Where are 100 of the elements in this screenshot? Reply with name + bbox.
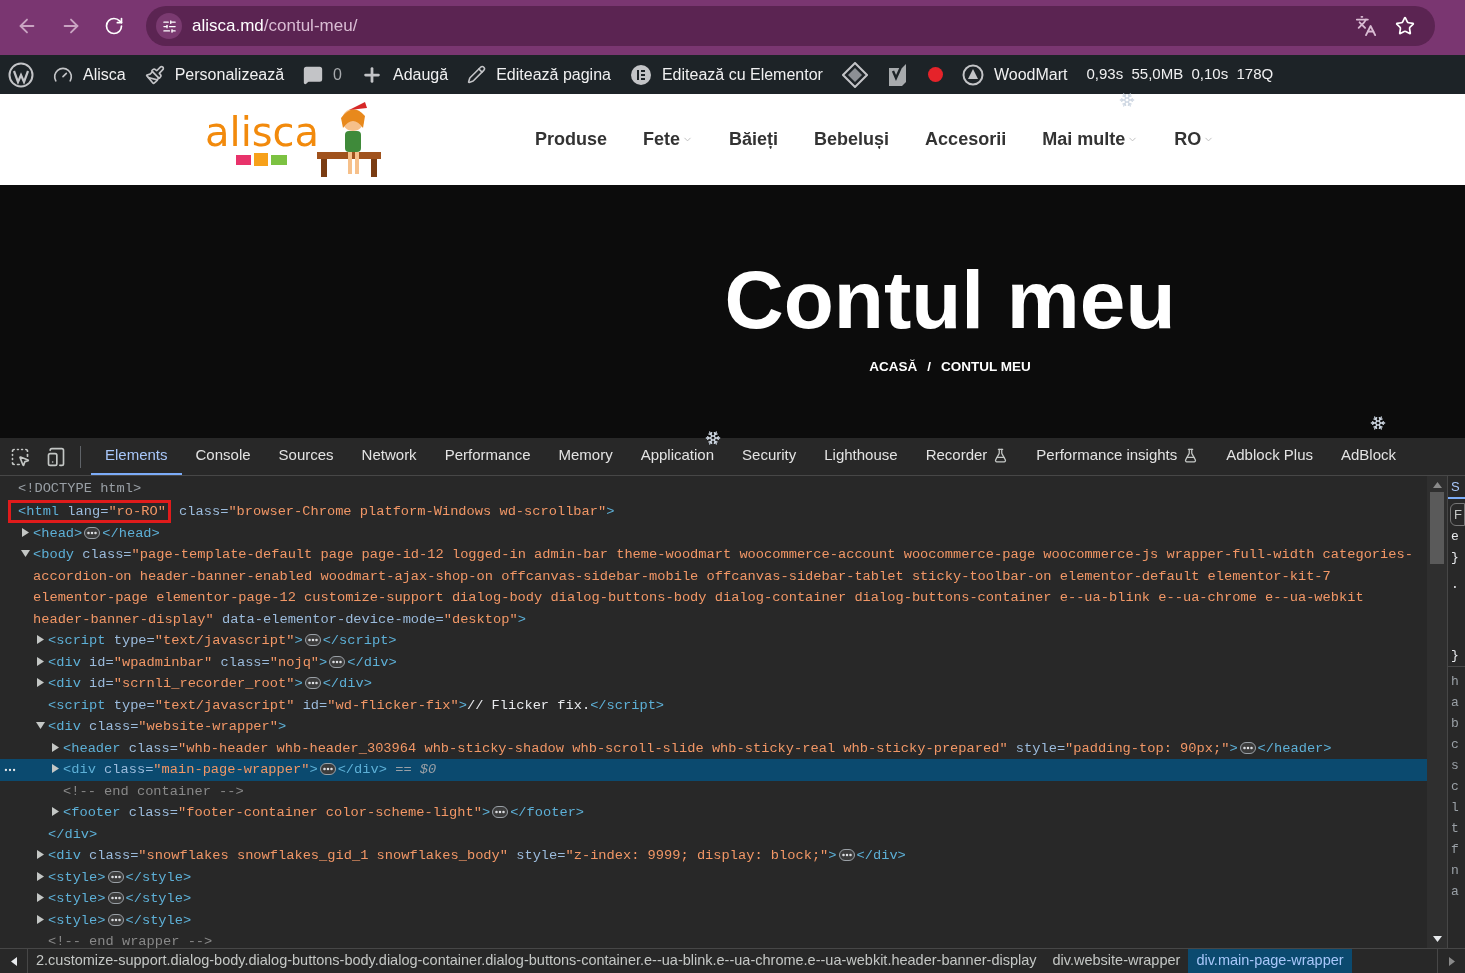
dom-node-row[interactable]: <script type="text/javascript" id="wd-flicker-fix">// Flicker fix.</script> [0, 694, 1427, 716]
nav-link[interactable]: Fete [643, 126, 694, 153]
dom-node-row[interactable]: <style> </style> [0, 909, 1427, 931]
scroll-down-icon[interactable] [1432, 936, 1442, 942]
selected-dom-node-row[interactable]: <div class="main-page-wrapper"> </div> == $0 [0, 759, 1427, 781]
translate-icon[interactable] [1355, 15, 1377, 37]
expanded-arrow-icon[interactable] [21, 549, 30, 558]
dom-node-markup: <div class="website-wrapper"> [48, 719, 287, 734]
ellipsis-badge[interactable] [107, 870, 124, 883]
nav-link[interactable]: RO [1174, 126, 1215, 153]
dom-node-row[interactable]: <style> </style> [0, 866, 1427, 888]
ellipsis-badge[interactable] [304, 634, 321, 647]
collapsed-arrow-icon[interactable] [36, 850, 45, 859]
admin-bar-link[interactable]: 0 [333, 62, 342, 87]
nav-link[interactable]: Bebeluși [814, 126, 890, 153]
admin-bar-link[interactable]: WoodMart [993, 62, 1068, 87]
dom-breadcrumb[interactable]: 2.customize-support.dialog-body.dialog-buttons-body.dialog-container.dialog-buttons-container.e--ua-blink.e--ua-chrome.e--ua-webkit.header-banner-display [28, 949, 1045, 973]
devtools-tab[interactable]: Elements [91, 438, 182, 475]
admin-bar-link[interactable]: Adaugă [393, 62, 449, 87]
dom-node-row[interactable]: <script type="text/javascript"> </script> [0, 630, 1427, 652]
diamond-icon[interactable] [841, 61, 868, 88]
expanded-arrow-icon[interactable] [36, 721, 45, 730]
nav-link[interactable]: Băieți [729, 126, 779, 153]
devtools-tab[interactable]: Recorder [911, 438, 1023, 475]
dom-breadcrumb[interactable]: div.main-page-wrapper [1188, 949, 1352, 973]
dom-node-markup: <head> </head> [33, 525, 160, 541]
ellipsis-badge[interactable] [84, 526, 101, 539]
dom-node-row[interactable]: <header class="whb-header whb-header_303964 whb-sticky-shadow whb-scroll-slide whb-sticky-real whb-sticky-prepared" style="padding-top: 90px;"> </header> [0, 737, 1427, 759]
collapsed-arrow-icon[interactable] [36, 914, 45, 924]
dom-node-row[interactable]: <footer class="footer-container color-scheme-light"> </footer> [0, 802, 1427, 824]
address-bar[interactable]: alisca.md/contul-meu/ [146, 6, 1435, 46]
inspect-icon[interactable] [10, 446, 30, 467]
dom-node-row[interactable]: <head> </head> [0, 522, 1427, 544]
style-rule-text: l [1450, 799, 1460, 817]
ellipsis-badge[interactable] [1239, 741, 1256, 754]
collapsed-arrow-icon[interactable] [36, 871, 45, 881]
scrollbar-thumb[interactable] [1430, 492, 1444, 564]
ellipsis-badge[interactable] [492, 806, 509, 819]
comment-icon [303, 64, 324, 85]
style-rule-text: c [1450, 778, 1460, 796]
ellipsis-badge[interactable] [319, 763, 336, 776]
nav-link[interactable]: Mai multe [1042, 126, 1139, 153]
devtools-tab[interactable]: AdBlock [1327, 438, 1410, 475]
styles-tab[interactable]: S [1448, 476, 1465, 499]
collapsed-arrow-icon[interactable] [36, 635, 45, 644]
dom-node-row[interactable]: <style> </style> [0, 888, 1427, 910]
collapsed-arrow-icon[interactable] [51, 742, 60, 752]
devtools-tab[interactable]: Performance [430, 438, 545, 475]
devtools-tab[interactable]: Lighthouse [810, 438, 912, 475]
admin-bar-link[interactable]: Alisca [83, 62, 126, 87]
ellipsis-badge[interactable] [329, 655, 346, 668]
reload-icon[interactable] [104, 16, 124, 36]
yoast-logo-icon[interactable] [886, 62, 909, 87]
breadcrumb-link[interactable]: CONTUL MEU [941, 357, 1031, 378]
dom-node-row[interactable]: </div> [0, 823, 1427, 845]
dom-node-row[interactable]: <html lang="ro-RO" class="browser-Chrome platform-Windows wd-scrollbar"> [0, 499, 1427, 523]
dom-node-row[interactable]: <!-- end container --> [0, 780, 1427, 802]
dom-node-row[interactable]: <!-- end wrapper --> [0, 931, 1427, 948]
devtools-tab[interactable]: Security [728, 438, 811, 475]
device-toolbar-icon[interactable] [46, 446, 66, 467]
collapsed-arrow-icon[interactable] [51, 807, 60, 816]
nav-link[interactable]: Produse [535, 126, 608, 153]
scroll-up-icon[interactable] [1432, 482, 1442, 488]
dom-node-row[interactable]: <div id="scrnli_recorder_root"> </div> [0, 673, 1427, 695]
filter-field[interactable]: F [1450, 503, 1465, 526]
admin-bar-link[interactable]: Editează pagina [496, 62, 611, 87]
dom-node-row[interactable]: <div id="wpadminbar" class="nojq"> </div> [0, 651, 1427, 673]
admin-bar-link[interactable]: Editează cu Elementor [661, 62, 823, 87]
devtools-tab[interactable]: Performance insights [1022, 438, 1213, 475]
site-settings-button[interactable] [156, 13, 182, 39]
collapsed-arrow-icon[interactable] [36, 678, 45, 687]
devtools-tab[interactable]: Application [626, 438, 729, 475]
devtools-tab[interactable]: Console [181, 438, 265, 475]
dom-node-row[interactable]: <div class="website-wrapper"> [0, 716, 1427, 738]
dom-node-markup: <style> </style> [48, 869, 192, 885]
devtools-tab[interactable]: Memory [544, 438, 627, 475]
devtools-tab[interactable]: Network [347, 438, 431, 475]
breadcrumb-link[interactable]: ACASĂ [869, 357, 918, 378]
nav-link[interactable]: Accesorii [925, 126, 1007, 153]
bookmark-star-icon[interactable] [1395, 16, 1415, 36]
admin-bar-link[interactable]: Personalizează [174, 62, 285, 87]
devtools-tab[interactable]: Adblock Plus [1212, 438, 1327, 475]
devtools-tab[interactable]: Sources [264, 438, 348, 475]
ellipsis-badge[interactable] [838, 849, 855, 862]
dom-node-row[interactable]: <!DOCTYPE html> [0, 478, 1427, 500]
breadcrumb-separator: / [927, 358, 931, 377]
collapsed-arrow-icon[interactable] [51, 764, 60, 773]
collapsed-arrow-icon[interactable] [21, 527, 30, 537]
dom-node-markup: class="browser-Chrome platform-Windows wd-scrollbar"> [178, 503, 615, 519]
dom-node-row[interactable]: <div class="snowflakes snowflakes_gid_1 snowflakes_body" style="z-index: 9999; display: block;"> </div> [0, 845, 1427, 867]
dom-breadcrumb[interactable]: div.website-wrapper [1044, 949, 1189, 973]
dom-node-markup: <div class="main-page-wrapper"> </div> == $0 [63, 762, 437, 777]
pencil-icon [467, 65, 487, 84]
collapsed-arrow-icon[interactable] [36, 656, 45, 666]
snowflake-icon [705, 430, 721, 446]
ellipsis-badge[interactable] [304, 677, 321, 690]
ellipsis-badge[interactable] [107, 892, 124, 905]
ellipsis-badge[interactable] [107, 913, 124, 926]
wordpress-logo-icon[interactable] [8, 61, 34, 88]
collapsed-arrow-icon[interactable] [36, 893, 45, 902]
